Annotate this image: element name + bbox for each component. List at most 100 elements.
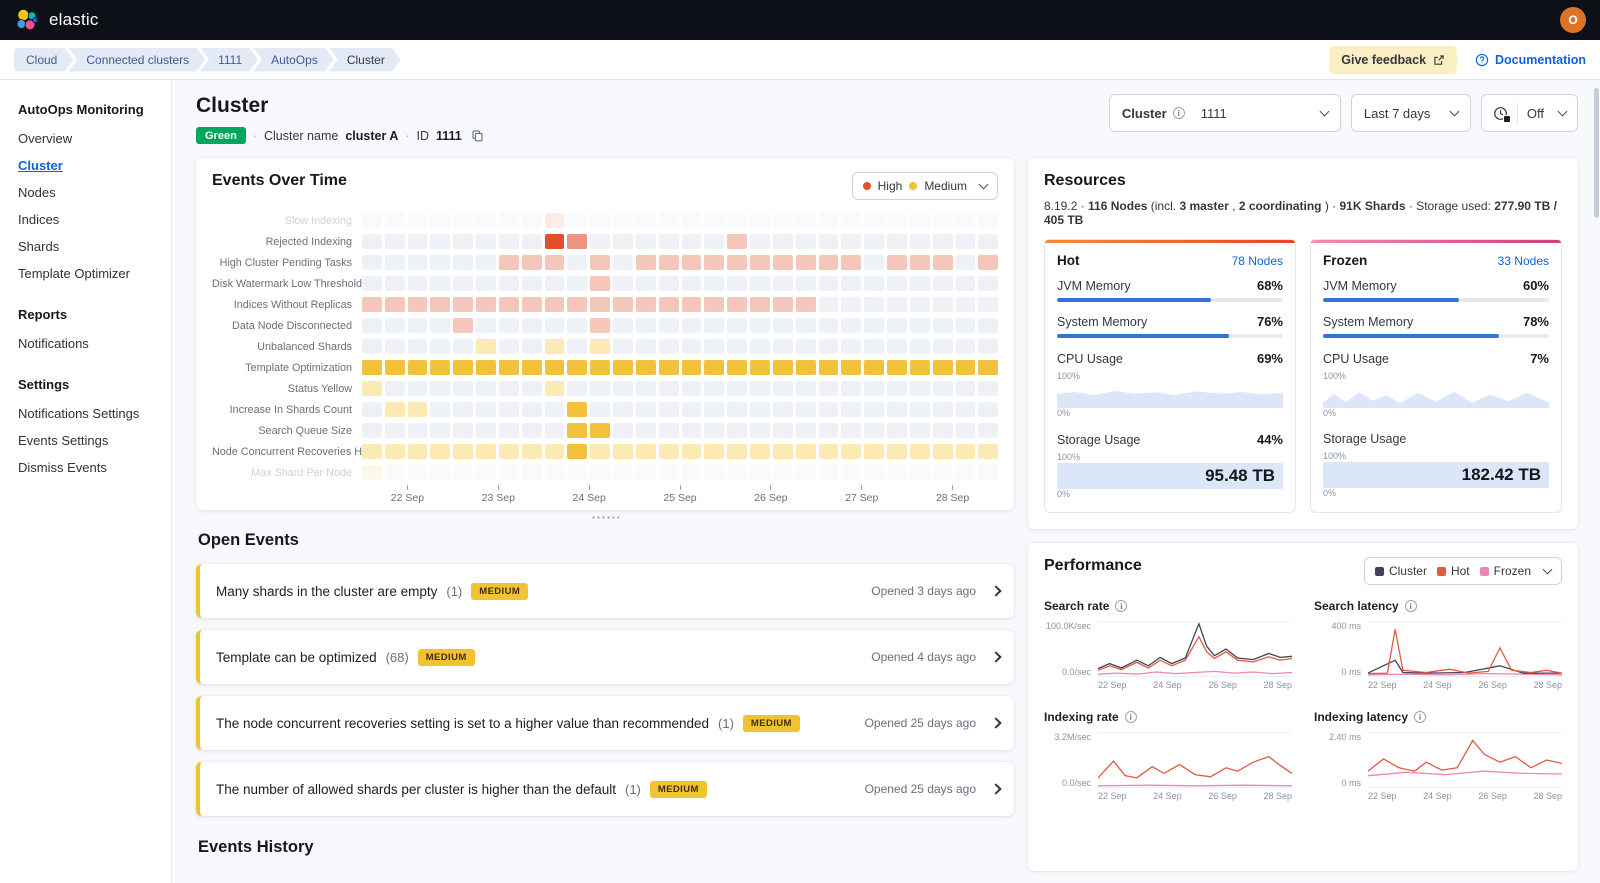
- axis-label: 100%: [1057, 452, 1283, 463]
- breadcrumb-item[interactable]: Connected clusters: [68, 48, 205, 72]
- sidebar-item-template-optimizer[interactable]: Template Optimizer: [18, 260, 164, 287]
- heatmap-cell: [864, 444, 884, 459]
- heatmap-cell: [385, 381, 405, 396]
- heatmap-cell: [408, 423, 428, 438]
- open-event-row[interactable]: Template can be optimized(68)MEDIUMOpene…: [196, 630, 1014, 684]
- heatmap-cell: [773, 255, 793, 270]
- storage-usage-chart: Storage Usage44%100%95.48 TB0%: [1057, 432, 1283, 500]
- breadcrumb-item[interactable]: Cluster: [329, 48, 401, 72]
- heatmap-cell: [499, 297, 519, 312]
- heatmap-cell: [887, 234, 907, 249]
- heatmap-cell: [567, 276, 587, 291]
- heatmap-cell: [796, 234, 816, 249]
- cluster-select[interactable]: Cluster i 1111: [1109, 94, 1341, 132]
- chart-title: Indexing latency: [1314, 710, 1408, 724]
- breadcrumb-item[interactable]: AutoOps: [253, 48, 334, 72]
- heatmap-row-label: Rejected Indexing: [212, 236, 362, 248]
- heatmap-cell: [819, 465, 839, 480]
- sidebar-item-cluster[interactable]: Cluster: [18, 152, 164, 179]
- events-legend-dropdown[interactable]: High Medium: [852, 172, 998, 200]
- heatmap-cell: [841, 402, 861, 417]
- heatmap-cell: [773, 402, 793, 417]
- heatmap-cell: [408, 318, 428, 333]
- heatmap-cell: [819, 402, 839, 417]
- heatmap-cell: [636, 360, 656, 375]
- info-icon[interactable]: i: [1405, 600, 1417, 612]
- heatmap-cell: [362, 423, 382, 438]
- sidebar-item-shards[interactable]: Shards: [18, 233, 164, 260]
- sidebar-item-overview[interactable]: Overview: [18, 125, 164, 152]
- sidebar-item-events-settings[interactable]: Events Settings: [18, 427, 164, 454]
- storage-total: 182.42 TB: [1462, 465, 1541, 485]
- panel-resize-handle[interactable]: [196, 510, 1014, 523]
- storage-usage-label: Storage Usage: [1323, 432, 1406, 446]
- info-icon[interactable]: i: [1125, 711, 1137, 723]
- heatmap-cell: [819, 297, 839, 312]
- open-event-row[interactable]: The node concurrent recoveries setting i…: [196, 696, 1014, 750]
- tier-nodes-link[interactable]: 78 Nodes: [1232, 254, 1283, 268]
- info-icon[interactable]: i: [1115, 600, 1127, 612]
- heatmap-cell: [408, 381, 428, 396]
- user-avatar[interactable]: O: [1560, 7, 1586, 33]
- chart-title: Search latency: [1314, 599, 1399, 613]
- performance-chart: Search ratei100.0K/sec0.0/sec22 Sep24 Se…: [1044, 599, 1292, 690]
- heatmap-cell: [636, 402, 656, 417]
- heatmap-cell: [385, 213, 405, 228]
- axis-label: 28 Sep: [1533, 680, 1562, 690]
- sidebar-item-dismiss-events[interactable]: Dismiss Events: [18, 454, 164, 481]
- heatmap-cell: [841, 339, 861, 354]
- sidebar-item-notifications[interactable]: Notifications: [18, 330, 164, 357]
- scrollbar-thumb[interactable]: [1594, 88, 1599, 218]
- give-feedback-button[interactable]: Give feedback: [1329, 46, 1457, 74]
- info-icon[interactable]: i: [1414, 711, 1426, 723]
- heatmap-cell: [704, 255, 724, 270]
- heatmap-cell: [933, 318, 953, 333]
- open-event-row[interactable]: The number of allowed shards per cluster…: [196, 762, 1014, 816]
- brand-name[interactable]: elastic: [49, 10, 99, 30]
- heatmap-cell: [567, 381, 587, 396]
- events-heatmap: Slow IndexingRejected IndexingHigh Clust…: [212, 210, 998, 483]
- heatmap-cell: [499, 423, 519, 438]
- sidebar-item-notifications-settings[interactable]: Notifications Settings: [18, 400, 164, 427]
- heatmap-cell: [636, 255, 656, 270]
- heatmap-cell: [887, 255, 907, 270]
- heatmap-row-label: High Cluster Pending Tasks: [212, 257, 362, 269]
- time-range-select[interactable]: Last 7 days: [1351, 94, 1471, 132]
- heatmap-cell: [956, 255, 976, 270]
- page-title: Cluster: [196, 94, 484, 118]
- resource-tiers: Hot78 NodesJVM Memory68%System Memory76%…: [1044, 239, 1562, 513]
- heatmap-cell: [682, 213, 702, 228]
- heatmap-row: Max Shard Per Node: [212, 462, 998, 483]
- tier-accent-bar: [1311, 240, 1561, 243]
- axis-label: 0%: [1323, 408, 1549, 419]
- heatmap-cell: [727, 297, 747, 312]
- heatmap-row: Disk Watermark Low Threshold: [212, 273, 998, 294]
- storage-usage-chart: Storage Usage100%182.42 TB0%: [1323, 432, 1549, 499]
- auto-refresh-control[interactable]: Off: [1481, 94, 1578, 132]
- heatmap-cell: [682, 234, 702, 249]
- heatmap-cell: [408, 255, 428, 270]
- heatmap-cell: [430, 297, 450, 312]
- axis-label: 22 Sep: [1098, 680, 1127, 690]
- heatmap-cell: [773, 381, 793, 396]
- legend-label: Hot: [1451, 564, 1470, 578]
- chevron-right-icon: [990, 585, 1001, 596]
- heatmap-cell: [453, 360, 473, 375]
- heatmap-cell: [590, 318, 610, 333]
- performance-legend-dropdown[interactable]: ClusterHotFrozen: [1364, 557, 1562, 585]
- documentation-label: Documentation: [1495, 53, 1586, 67]
- heatmap-cell: [819, 381, 839, 396]
- give-feedback-label: Give feedback: [1341, 53, 1426, 67]
- documentation-link[interactable]: Documentation: [1475, 53, 1586, 67]
- breadcrumb-item[interactable]: Cloud: [14, 48, 73, 72]
- tier-nodes-link[interactable]: 33 Nodes: [1498, 254, 1549, 268]
- elastic-logo[interactable]: [14, 8, 39, 33]
- open-event-row[interactable]: Many shards in the cluster are empty(1)M…: [196, 564, 1014, 618]
- breadcrumb-item[interactable]: 1111: [200, 48, 258, 72]
- sidebar-item-indices[interactable]: Indices: [18, 206, 164, 233]
- chevron-down-icon: [1558, 106, 1568, 116]
- heatmap-cell: [659, 465, 679, 480]
- sidebar-item-nodes[interactable]: Nodes: [18, 179, 164, 206]
- copy-icon[interactable]: [471, 129, 484, 142]
- axis-label: 22 Sep: [1098, 791, 1127, 801]
